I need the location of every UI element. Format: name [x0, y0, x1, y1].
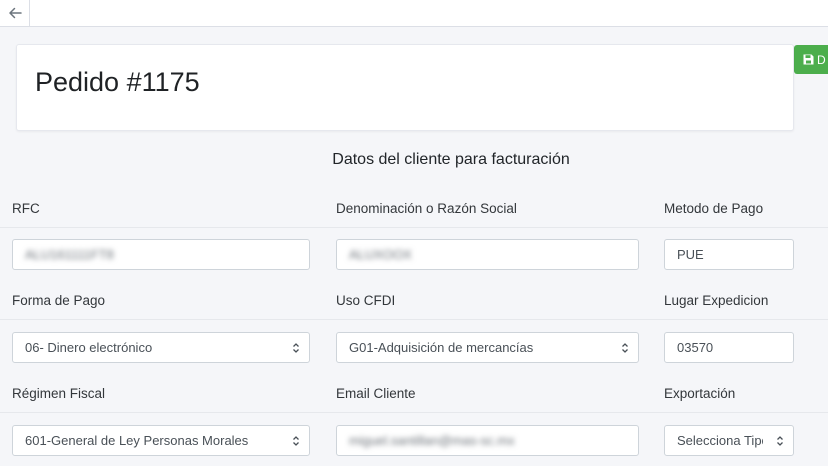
save-button-label: D	[817, 52, 826, 67]
razon-social-value: ALUXOOX	[349, 247, 412, 262]
lugar-expedicion-label: Lugar Expedicion	[664, 293, 769, 308]
razon-social-input[interactable]: ALUXOOX	[336, 239, 639, 270]
uso-cfdi-label: Uso CFDI	[336, 293, 396, 308]
select-caret-icon	[622, 343, 628, 353]
email-cliente-label: Email Cliente	[336, 386, 416, 401]
exportacion-value: Selecciona Tipo	[677, 433, 763, 448]
row-divider	[0, 412, 828, 413]
razon-social-label: Denominación o Razón Social	[336, 201, 517, 216]
email-cliente-input[interactable]: miguel.santillan@mas-sc.mx	[336, 425, 639, 456]
metodo-pago-input[interactable]: PUE	[664, 239, 794, 270]
save-button[interactable]: D	[794, 45, 828, 74]
order-title-card: Pedido #1175	[16, 44, 794, 131]
rfc-value: ALU161111FT8	[25, 247, 114, 262]
select-caret-icon	[293, 343, 299, 353]
page-title: Pedido #1175	[35, 67, 200, 97]
back-button[interactable]	[0, 0, 30, 26]
top-bar	[0, 0, 828, 27]
select-caret-icon	[293, 436, 299, 446]
floppy-disk-icon	[803, 54, 814, 65]
exportacion-select[interactable]: Selecciona Tipo	[664, 425, 794, 456]
regimen-fiscal-value: 601-General de Ley Personas Morales	[25, 433, 249, 448]
exportacion-label: Exportación	[664, 386, 736, 401]
forma-pago-value: 06- Dinero electrónico	[25, 340, 153, 355]
regimen-fiscal-select[interactable]: 601-General de Ley Personas Morales	[12, 425, 310, 456]
section-title: Datos del cliente para facturación	[332, 151, 570, 168]
lugar-expedicion-input[interactable]: 03570	[664, 332, 794, 363]
email-cliente-value: miguel.santillan@mas-sc.mx	[349, 433, 515, 448]
forma-pago-select[interactable]: 06- Dinero electrónico	[12, 332, 310, 363]
metodo-pago-value: PUE	[677, 247, 704, 262]
rfc-input[interactable]: ALU161111FT8	[12, 239, 310, 270]
uso-cfdi-value: G01-Adquisición de mercancías	[349, 340, 534, 355]
uso-cfdi-select[interactable]: G01-Adquisición de mercancías	[336, 332, 639, 363]
row-divider	[0, 319, 828, 320]
regimen-fiscal-label: Régimen Fiscal	[12, 386, 106, 401]
rfc-label: RFC	[12, 201, 40, 216]
row-divider	[0, 227, 828, 228]
select-caret-icon	[777, 436, 783, 446]
lugar-expedicion-value: 03570	[677, 340, 714, 355]
forma-pago-label: Forma de Pago	[12, 293, 106, 308]
arrow-left-icon	[8, 7, 22, 19]
metodo-pago-label: Metodo de Pago	[664, 201, 764, 216]
